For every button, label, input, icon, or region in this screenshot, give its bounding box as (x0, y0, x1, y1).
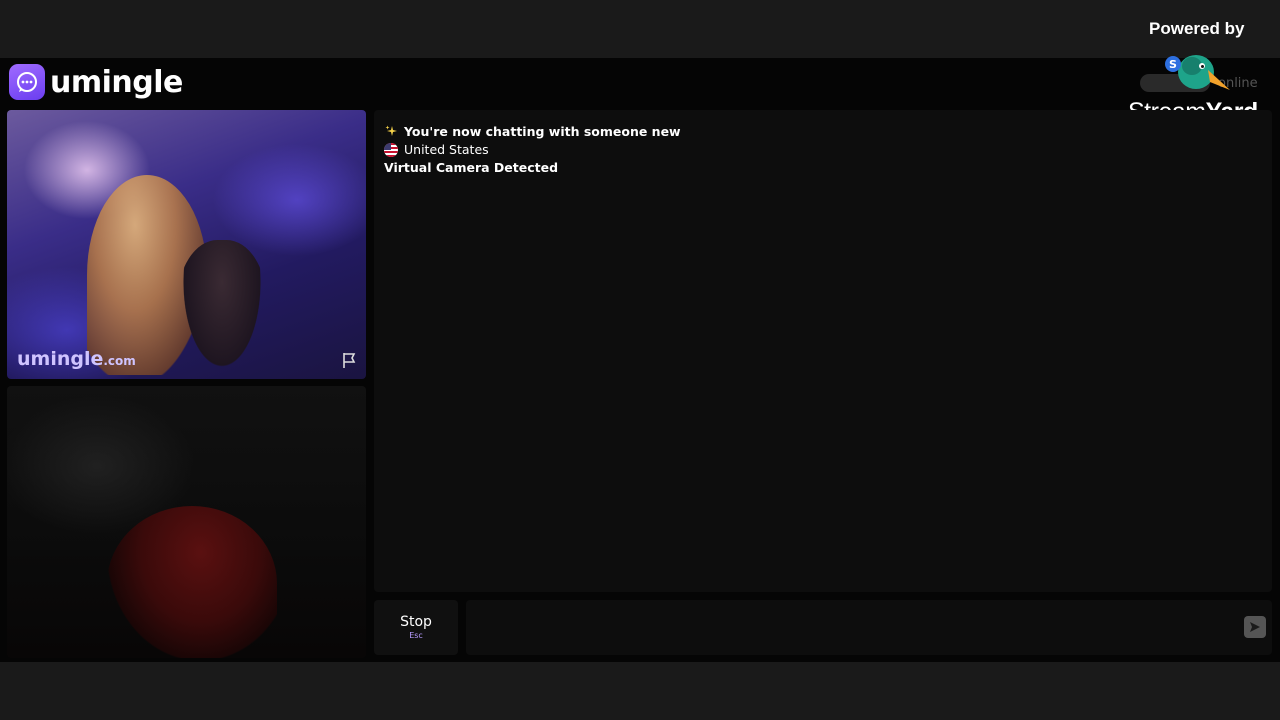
chat-bubble-icon (9, 64, 45, 100)
chat-warning-message: Virtual Camera Detected (384, 160, 559, 175)
chat-system-message: You're now chatting with someone new (384, 124, 681, 139)
bottom-bar (0, 662, 1280, 720)
report-flag-icon[interactable] (340, 351, 358, 369)
us-flag-icon (384, 142, 398, 157)
send-button[interactable] (1244, 616, 1266, 638)
chat-country-message: United States (384, 142, 489, 157)
stranger-video-figure-2 (177, 240, 267, 379)
svg-text:S: S (1169, 58, 1177, 71)
streamyard-duck-icon: S (1165, 55, 1230, 90)
stranger-video: umingle.com (7, 110, 366, 379)
brand-name: umingle (50, 64, 183, 100)
self-video-figure (107, 506, 277, 658)
stop-button-label: Stop (400, 614, 432, 630)
message-input[interactable] (476, 600, 1220, 657)
stop-shortcut-hint: Esc (409, 631, 423, 640)
umingle-logo[interactable]: umingle (9, 64, 183, 100)
top-bar (0, 0, 1280, 58)
send-icon (1250, 622, 1260, 632)
sparkles-icon (384, 125, 398, 139)
stop-button[interactable]: Stop Esc (374, 600, 458, 655)
self-video (7, 386, 366, 658)
video-watermark: umingle.com (17, 348, 136, 370)
message-input-area (466, 600, 1272, 657)
powered-by-label: Powered by (1149, 19, 1245, 38)
chat-log: You're now chatting with someone new Uni… (374, 110, 1272, 592)
